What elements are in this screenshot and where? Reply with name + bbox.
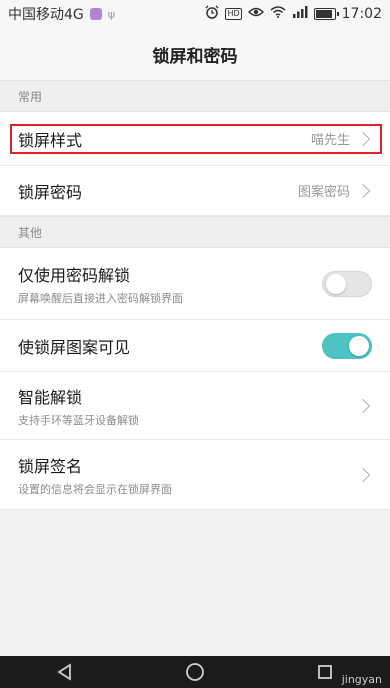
chevron-right-icon xyxy=(355,467,371,482)
row-text: 锁屏样式 xyxy=(18,127,82,151)
chevron-right-icon xyxy=(355,398,371,413)
signal-icon xyxy=(292,6,308,22)
row-text: 锁屏密码 xyxy=(18,179,82,203)
status-bar: 中国移动4G ψ HD 17:02 xyxy=(0,0,390,28)
toggle-knob xyxy=(326,273,346,294)
lock-style-value: 喵先生 xyxy=(310,133,350,148)
setting-row-password-only[interactable]: 仅使用密码解锁 屏幕唤醒后直接进入密码解锁界面 xyxy=(0,248,390,320)
lock-style-title: 锁屏样式 xyxy=(18,130,83,150)
chevron-right-icon xyxy=(355,183,371,198)
row-right xyxy=(355,467,372,482)
home-button[interactable] xyxy=(175,658,215,686)
watermark-text: jingyan xyxy=(341,673,382,686)
row-text: 锁屏签名 设置的信息将会显示在锁屏界面 xyxy=(18,453,172,497)
lock-signature-subtitle: 设置的信息将会显示在锁屏界面 xyxy=(18,482,172,496)
page-title: 锁屏和密码 xyxy=(152,46,238,67)
smart-unlock-subtitle: 支持手环等蓝牙设备解锁 xyxy=(18,413,139,427)
wifi-icon xyxy=(270,6,286,22)
setting-row-lock-style[interactable]: 锁屏样式 喵先生 xyxy=(0,112,390,166)
status-right: HD 17:02 xyxy=(205,5,382,23)
password-only-title: 仅使用密码解锁 xyxy=(18,265,131,285)
chevron-right-icon xyxy=(355,131,371,146)
section-header-other: 其他 xyxy=(0,216,390,248)
row-text: 仅使用密码解锁 屏幕唤醒后直接进入密码解锁界面 xyxy=(18,262,183,306)
password-only-toggle[interactable] xyxy=(322,270,372,297)
hd-icon: HD xyxy=(225,8,242,20)
status-left: 中国移动4G ψ xyxy=(8,4,115,24)
pattern-visible-title: 使锁屏图案可见 xyxy=(18,337,131,357)
section-header-common: 常用 xyxy=(0,80,390,112)
usb-icon: ψ xyxy=(107,7,116,21)
lock-password-title: 锁屏密码 xyxy=(18,182,83,202)
section-header-common-label: 常用 xyxy=(18,89,43,104)
recents-button[interactable] xyxy=(305,658,345,686)
smart-unlock-title: 智能解锁 xyxy=(18,387,83,407)
app-notification-icon xyxy=(89,8,102,20)
home-icon xyxy=(186,663,204,681)
toggle-knob xyxy=(349,335,369,356)
recents-icon xyxy=(318,665,332,679)
setting-row-smart-unlock[interactable]: 智能解锁 支持手环等蓝牙设备解锁 xyxy=(0,372,390,440)
row-right: 图案密码 xyxy=(298,181,372,200)
row-right: 喵先生 xyxy=(311,129,372,148)
eye-icon xyxy=(247,6,264,22)
back-icon xyxy=(57,663,71,681)
battery-icon xyxy=(313,8,339,20)
lock-password-value: 图案密码 xyxy=(297,185,350,200)
navigation-bar: jingyan xyxy=(0,656,390,688)
row-text: 使锁屏图案可见 xyxy=(18,334,130,358)
page-title-bar: 锁屏和密码 xyxy=(0,28,390,80)
setting-row-lock-signature[interactable]: 锁屏签名 设置的信息将会显示在锁屏界面 xyxy=(0,440,390,510)
pattern-visible-toggle[interactable] xyxy=(322,332,372,359)
back-button[interactable] xyxy=(45,658,85,686)
clock-time: 17:02 xyxy=(341,6,382,22)
carrier-label: 中国移动4G xyxy=(8,7,84,23)
section-header-other-label: 其他 xyxy=(18,225,43,240)
setting-row-pattern-visible[interactable]: 使锁屏图案可见 xyxy=(0,320,390,372)
lock-signature-title: 锁屏签名 xyxy=(18,456,83,476)
setting-row-lock-password[interactable]: 锁屏密码 图案密码 xyxy=(0,166,390,216)
alarm-icon xyxy=(205,5,219,23)
row-right xyxy=(355,398,372,413)
password-only-subtitle: 屏幕唤醒后直接进入密码解锁界面 xyxy=(18,291,183,305)
row-text: 智能解锁 支持手环等蓝牙设备解锁 xyxy=(18,384,139,428)
